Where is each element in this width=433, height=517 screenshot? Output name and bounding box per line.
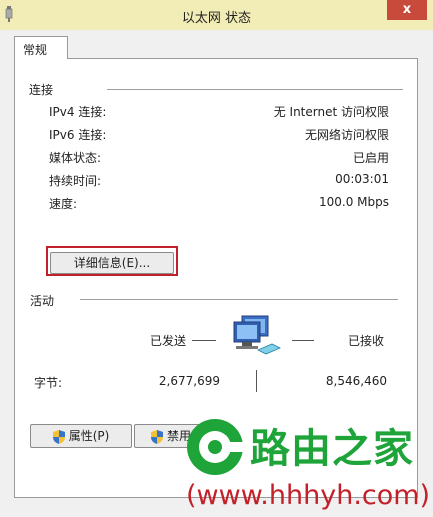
media-state-label: 媒体状态: (49, 151, 102, 165)
tab-general[interactable]: 常规 (14, 36, 68, 59)
uac-shield-icon (52, 429, 65, 444)
window-title: 以太网 状态 (181, 11, 252, 26)
bytes-label: 字节: (34, 376, 63, 390)
connection-divider (107, 89, 403, 90)
close-icon: x (402, 2, 412, 17)
ipv4-label: IPv4 连接: (49, 105, 107, 119)
title-bar: 以太网 状态 x (0, 0, 433, 30)
close-button[interactable]: x (387, 0, 427, 20)
sent-dash (192, 340, 216, 341)
ethernet-status-window: 以太网 状态 x 常规 连接 IPv4 连接: 无 Internet 访问权限 … (0, 0, 433, 517)
sent-label: 已发送 (150, 334, 187, 348)
activity-divider (80, 299, 398, 300)
properties-button[interactable]: 属性(P) (30, 424, 132, 448)
watermark-logo-icon (187, 419, 243, 475)
duration-label: 持续时间: (49, 174, 102, 188)
received-dash (292, 340, 314, 341)
bytes-separator (256, 370, 257, 392)
tab-general-label: 常规 (23, 43, 48, 57)
received-label: 已接收 (348, 334, 385, 348)
speed-value: 100.0 Mbps (318, 195, 389, 209)
properties-button-label: 属性(P) (68, 429, 110, 443)
bytes-received-value: 8,546,460 (325, 374, 387, 388)
uac-shield-icon (151, 429, 163, 444)
watermark-logo-text: 路由之家 (250, 426, 414, 472)
watermark-url: (www.hhhyh.com) (186, 480, 431, 511)
media-state-value: 已启用 (352, 151, 389, 165)
connection-section-title: 连接 (29, 83, 54, 97)
network-computers-icon (233, 315, 281, 355)
ipv6-value: 无网络访问权限 (304, 128, 389, 142)
duration-value: 00:03:01 (335, 172, 389, 186)
speed-label: 速度: (49, 197, 78, 211)
ipv6-label: IPv6 连接: (49, 128, 107, 142)
bytes-sent-value: 2,677,699 (158, 374, 220, 388)
ipv4-value: 无 Internet 访问权限 (273, 105, 389, 119)
activity-section-title: 活动 (30, 294, 55, 308)
details-button[interactable]: 详细信息(E)... (50, 252, 174, 274)
